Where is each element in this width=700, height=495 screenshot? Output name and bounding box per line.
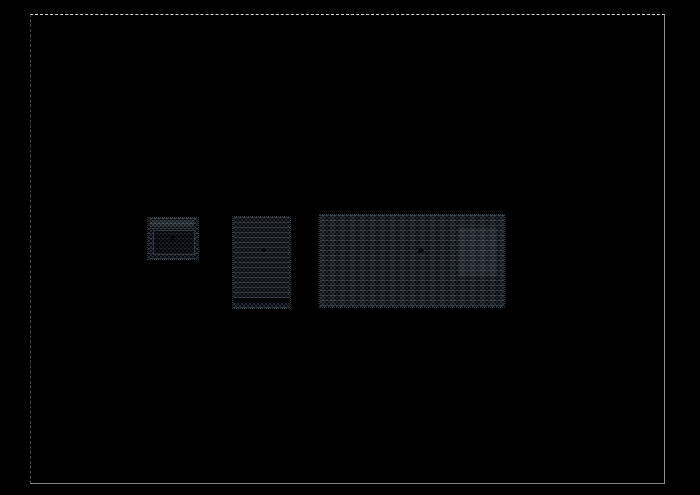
- viewer-canvas: [0, 0, 700, 495]
- thumbnail-portrait[interactable]: [232, 216, 291, 309]
- thumbnail-small-landscape[interactable]: [147, 217, 199, 260]
- thumbnail-wide-landscape[interactable]: [319, 214, 505, 308]
